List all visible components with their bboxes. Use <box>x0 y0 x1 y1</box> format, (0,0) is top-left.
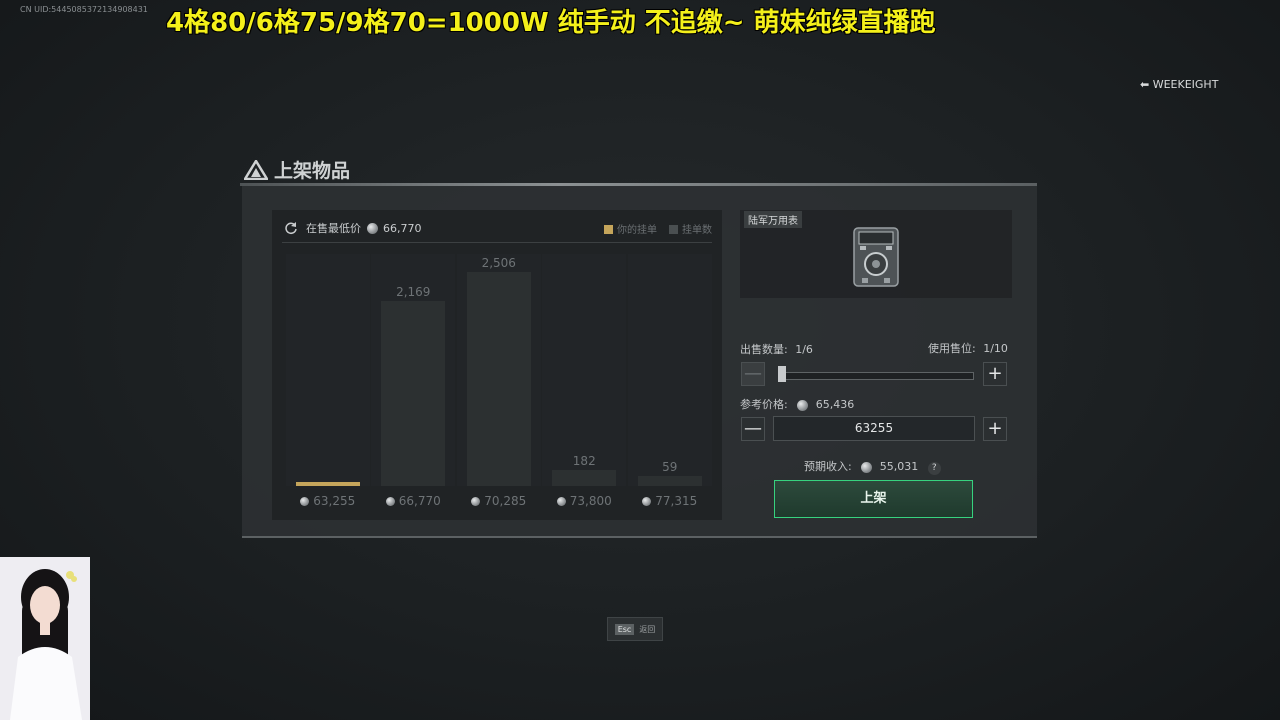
chart-column-bg <box>542 254 627 486</box>
streamer-webcam <box>0 557 90 720</box>
bar-price-label: 73,800 <box>544 494 624 508</box>
qty-decrease-button[interactable]: — <box>741 362 765 386</box>
price-increase-button[interactable]: + <box>983 417 1007 441</box>
watermark: ⬅ WEEKEIGHT <box>1140 78 1218 91</box>
chart-bar <box>637 476 702 486</box>
item-name-tag: 陆军万用表 <box>744 211 802 228</box>
coin-icon <box>556 497 566 506</box>
legend-mine: 你的挂单 <box>604 221 657 236</box>
sell-qty: 出售数量: 1/6 <box>740 341 813 357</box>
coin-icon <box>642 497 652 506</box>
sell-qty-label: 出售数量: <box>740 343 788 356</box>
qty-slider-track[interactable] <box>782 372 974 380</box>
chart-legend: 你的挂单 挂单数 <box>604 221 712 236</box>
esc-key: Esc <box>614 623 635 635</box>
uid-text: CN UID:5445085372134908431 <box>20 5 148 14</box>
reference-price: 参考价格: 65,436 <box>740 396 854 412</box>
legend-count: 挂单数 <box>669 221 712 236</box>
expected-income-value: 55,031 <box>879 460 919 473</box>
watermark-text: WEEKEIGHT <box>1152 78 1219 91</box>
qty-increase-button[interactable]: + <box>983 362 1007 386</box>
price-input[interactable]: 63255 <box>773 416 975 441</box>
bar-value-label: 2,169 <box>396 284 431 299</box>
slot-label: 使用售位: <box>928 342 976 355</box>
chart-bar <box>552 470 617 486</box>
item-card: 陆军万用表 <box>740 210 1012 298</box>
list-item-button[interactable]: 上架 <box>774 480 973 518</box>
bar-price-label: 77,315 <box>630 494 710 508</box>
refresh-icon[interactable] <box>284 221 298 235</box>
price-distribution-chart: 在售最低价 66,770 你的挂单 挂单数 63,255 2,169 66,770 2… <box>272 210 722 520</box>
slot-value: 1/10 <box>983 342 1008 355</box>
lowest-price-label: 在售最低价 <box>306 222 361 235</box>
streamer-portrait <box>0 557 90 720</box>
bar-price-label: 63,255 <box>288 494 368 508</box>
bar-value-label: 59 <box>662 460 678 474</box>
sell-qty-value: 1/6 <box>795 343 813 356</box>
multimeter-item-image <box>853 227 899 287</box>
esc-back-hint[interactable]: Esc 返回 <box>607 617 663 641</box>
listing-panel: 在售最低价 66,770 你的挂单 挂单数 63,255 2,169 66,770 2… <box>242 186 1037 538</box>
coin-icon <box>861 461 873 473</box>
stream-banner: 4格80/6格75/9格70=1000W 纯手动 不追缴~ 萌妹纯绿直播跑 <box>166 8 936 38</box>
panel-title-text: 上架物品 <box>274 160 351 182</box>
reference-price-label: 参考价格: <box>740 398 788 411</box>
bar-value-label: 2,506 <box>481 256 516 270</box>
chart-bar <box>295 482 360 486</box>
chart-bar <box>466 272 531 486</box>
chart-column-bg <box>285 254 370 486</box>
chart-column-bg <box>627 254 712 486</box>
bar-price-label: 66,770 <box>373 494 453 508</box>
coin-icon <box>367 222 378 234</box>
help-icon[interactable]: ? <box>927 462 941 475</box>
coin-icon <box>471 497 481 506</box>
qty-slider-handle[interactable] <box>778 366 786 382</box>
slot-usage: 使用售位: 1/10 <box>928 340 1008 356</box>
expected-income: 预期收入: 55,031 ? <box>804 458 941 475</box>
price-decrease-button[interactable]: — <box>741 417 765 441</box>
chart-bar <box>381 300 446 486</box>
lowest-price-value: 66,770 <box>383 221 422 235</box>
chart-header-divider <box>282 242 712 243</box>
expected-income-label: 预期收入: <box>804 460 852 473</box>
coin-icon <box>385 497 395 506</box>
logo-icon: ⬅ <box>1140 78 1150 91</box>
triangle-logo-icon <box>244 159 268 180</box>
chart-header: 在售最低价 66,770 你的挂单 挂单数 <box>284 218 712 238</box>
panel-title: 上架物品 <box>244 156 350 183</box>
bar-price-label: 70,285 <box>459 494 539 508</box>
esc-label: 返回 <box>639 624 656 634</box>
coin-icon <box>300 497 310 506</box>
reference-price-value: 65,436 <box>815 398 855 411</box>
bar-value-label: 182 <box>572 454 596 469</box>
coin-icon <box>797 399 809 411</box>
